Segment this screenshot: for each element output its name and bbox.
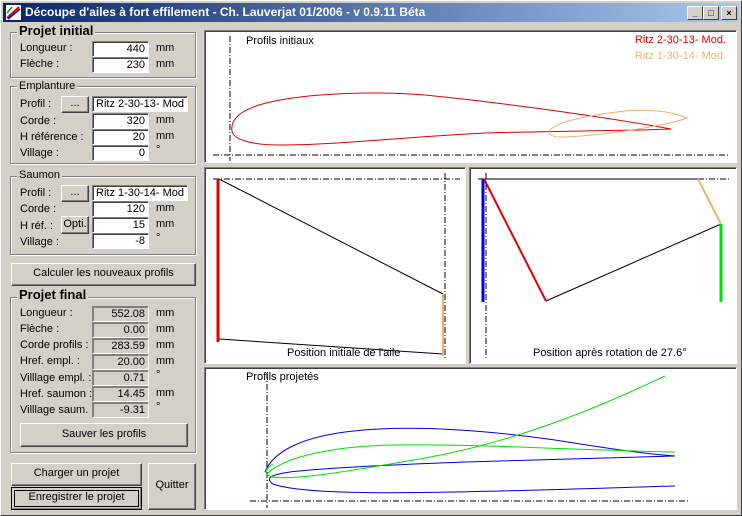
final-longueur-label: Longueur : xyxy=(20,307,73,319)
initial-position-caption: Position initiale de l'aile xyxy=(287,347,401,359)
main-window: Découpe d'ailes à fort effilement - Ch. … xyxy=(0,0,742,516)
projected-root-profile xyxy=(264,427,676,494)
emplanture-browse-button[interactable]: ... xyxy=(61,96,89,113)
emplanture-corde-label: Corde : xyxy=(20,115,57,127)
saumon-corde-input[interactable]: 120 xyxy=(92,201,149,217)
minimize-button[interactable]: _ xyxy=(687,6,703,20)
saumon-corde-unit: mm xyxy=(156,202,175,214)
save-profiles-button[interactable]: Sauver les profils xyxy=(20,423,188,447)
emplanture-village-label: Village : xyxy=(20,147,59,159)
projected-profiles-panel: Profils projetés xyxy=(204,367,737,510)
root-profile-curve xyxy=(231,92,672,146)
longueur-input[interactable]: 440 xyxy=(92,41,149,57)
emplanture-corde-input[interactable]: 320 xyxy=(92,113,149,129)
emplanture-village-unit: ° xyxy=(156,144,161,156)
window-title: Découpe d'ailes à fort effilement - Ch. … xyxy=(25,5,426,19)
emplanture-profil-field[interactable]: Ritz 2-30-13- Mod xyxy=(92,96,188,112)
fleche-label: Flèche : xyxy=(20,58,60,70)
final-corde-label: Corde profils : xyxy=(20,339,89,351)
legend-tip-profile: Ritz 1-30-14- Mod. xyxy=(634,50,726,62)
saumon-browse-button[interactable]: ... xyxy=(61,185,89,202)
rotated-position-panel: Position après rotation de 27.6° xyxy=(469,167,737,364)
projected-profiles-title: Profils projetés xyxy=(246,371,319,383)
fleche-input[interactable]: 230 xyxy=(92,57,149,73)
final-fleche-label: Flèche : xyxy=(20,323,60,335)
opti-button[interactable]: Opti. xyxy=(61,216,89,234)
final-villlage-saum-unit: ° xyxy=(156,401,161,413)
final-href-saumon-label: Href. saumon : xyxy=(20,388,93,400)
longueur-unit: mm xyxy=(156,42,175,54)
initial-profiles-title: Profils initiaux xyxy=(246,35,314,47)
projected-tip-profile xyxy=(265,375,666,479)
save-project-button[interactable]: Enregistrer le projet xyxy=(11,487,142,510)
final-longueur-value: 552.08 xyxy=(92,306,149,322)
saumon-corde-label: Corde : xyxy=(20,203,57,215)
final-corde-unit: mm xyxy=(156,339,175,351)
emplanture-title: Emplanture xyxy=(17,80,78,92)
title-bar[interactable]: Découpe d'ailes à fort effilement - Ch. … xyxy=(3,3,739,22)
saumon-href-input[interactable]: 15 xyxy=(92,217,149,233)
saumon-village-label: Village : xyxy=(20,236,59,248)
longueur-label: Longueur : xyxy=(20,42,73,54)
close-button[interactable]: × xyxy=(721,6,737,20)
projected-profiles-plot xyxy=(250,373,690,508)
initial-profiles-panel: Profils initiaux Ritz 2-30-13- Mod. Ritz… xyxy=(204,30,737,163)
final-corde-value: 283.59 xyxy=(92,338,149,354)
emplanture-href-label: H référence : xyxy=(20,131,84,143)
final-longueur-unit: mm xyxy=(156,307,175,319)
app-icon xyxy=(6,5,21,20)
calculate-profiles-button[interactable]: Calculer les nouveaux profils xyxy=(11,263,196,286)
final-villlage-empl-label: Villlage empl. : xyxy=(20,372,92,384)
rotated-position-caption: Position après rotation de 27.6° xyxy=(533,347,687,359)
tip-profile-curve xyxy=(548,109,689,138)
emplanture-profil-label: Profil : xyxy=(20,98,52,110)
saumon-village-input[interactable]: -8 xyxy=(92,233,149,249)
initial-position-panel: Position initiale de l'aile xyxy=(204,167,466,364)
load-project-button[interactable]: Charger un projet xyxy=(11,463,142,486)
saumon-title: Saumon xyxy=(17,169,62,181)
emplanture-href-input[interactable]: 20 xyxy=(92,129,149,145)
final-villlage-saum-value: -9.31 xyxy=(92,402,149,418)
final-href-saumon-value: 14.45 xyxy=(92,386,149,402)
initial-position-plot xyxy=(213,173,460,358)
final-fleche-unit: mm xyxy=(156,323,175,335)
legend-root-profile: Ritz 2-30-13- Mod. xyxy=(634,34,726,46)
quit-button[interactable]: Quitter xyxy=(148,463,196,510)
final-villlage-empl-unit: ° xyxy=(156,369,161,381)
saumon-href-label: H réf. : xyxy=(20,220,54,232)
emplanture-village-input[interactable]: 0 xyxy=(92,145,149,161)
emplanture-href-unit: mm xyxy=(156,130,175,142)
projet-initial-title: Projet initial xyxy=(17,23,96,38)
final-href-saumon-unit: mm xyxy=(156,387,175,399)
final-href-empl-unit: mm xyxy=(156,355,175,367)
fleche-unit: mm xyxy=(156,58,175,70)
final-href-empl-label: Href. empl. : xyxy=(20,355,80,367)
maximize-button[interactable]: □ xyxy=(703,6,719,20)
final-villlage-empl-value: 0.71 xyxy=(92,370,149,386)
saumon-profil-field[interactable]: Ritz 1-30-14- Mod xyxy=(92,185,188,201)
saumon-href-unit: mm xyxy=(156,218,175,230)
saumon-village-unit: ° xyxy=(156,232,161,244)
saumon-profil-label: Profil : xyxy=(20,187,52,199)
emplanture-corde-unit: mm xyxy=(156,114,175,126)
final-href-empl-value: 20.00 xyxy=(92,354,149,370)
old-root-line xyxy=(483,178,547,302)
projet-final-title: Projet final xyxy=(17,287,89,302)
old-tip-line xyxy=(697,178,722,225)
final-fleche-value: 0.00 xyxy=(92,322,149,338)
final-villlage-saum-label: Villlage saum. : xyxy=(20,404,95,416)
rotated-position-plot xyxy=(478,173,730,358)
